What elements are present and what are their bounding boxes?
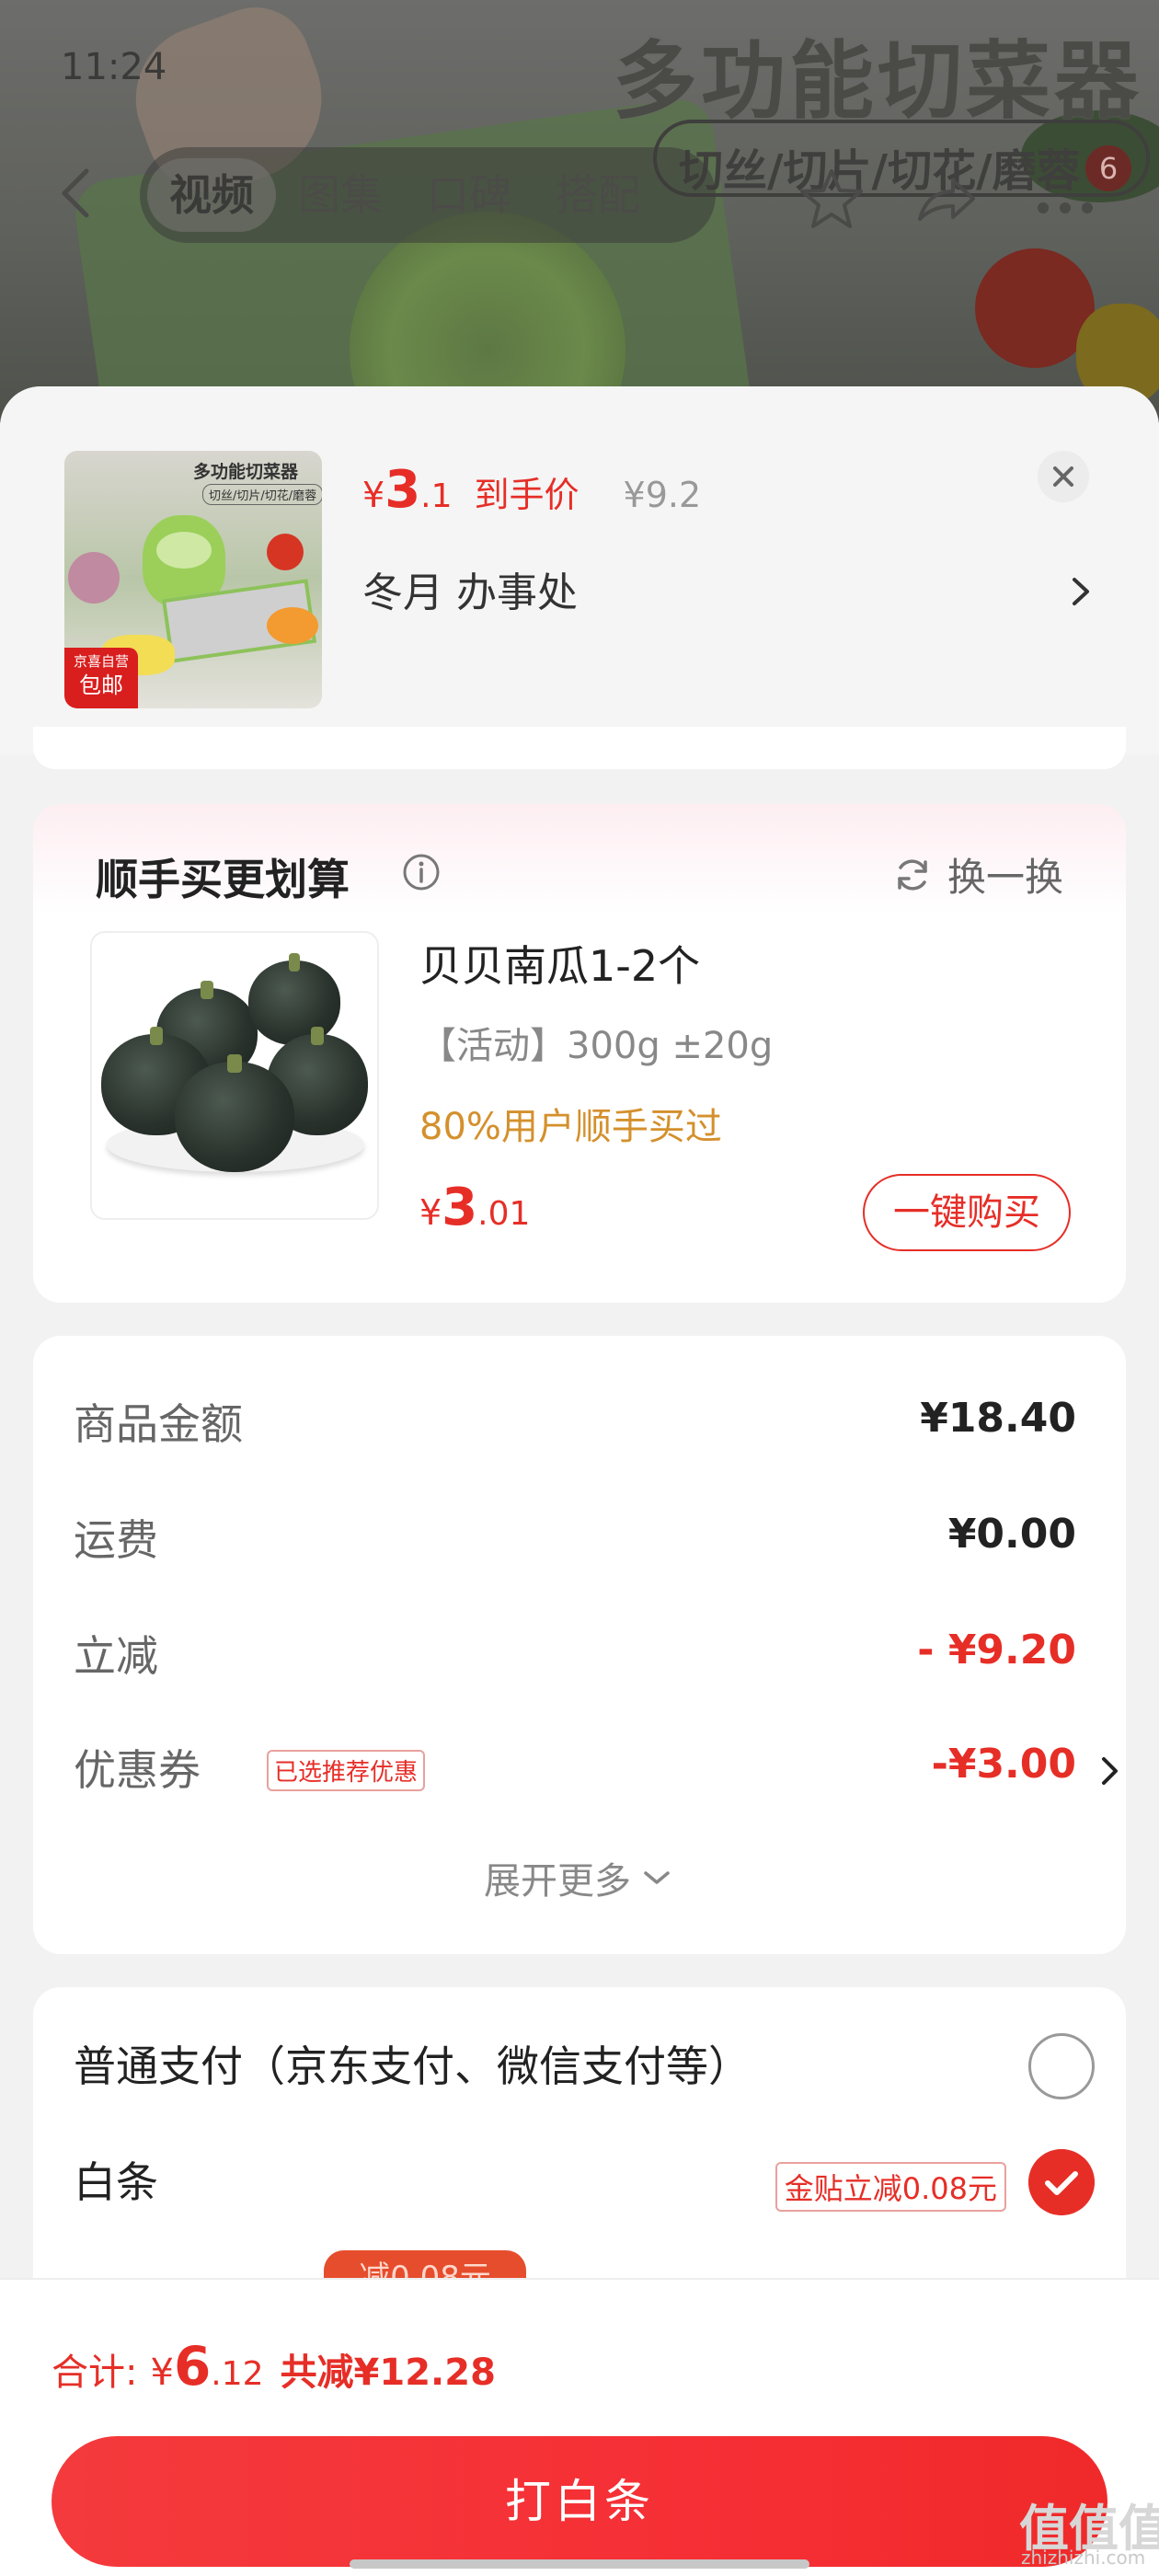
addon-item-name[interactable]: 贝贝南瓜1-2个 (419, 933, 700, 994)
expand-more-button[interactable]: 展开更多 (484, 1851, 673, 1904)
baitiao-discount-tag: 金贴立减0.08元 (775, 2162, 1006, 2212)
thumb-tomato-shape (267, 534, 304, 570)
chevron-down-icon (644, 1871, 670, 1884)
addon-price-integer: 3 (442, 1178, 478, 1237)
price-label: 到手价 (474, 475, 580, 515)
price-currency: ¥ (362, 475, 385, 515)
thumb-subtitle: 切丝/切片/切花/磨蓉 (202, 484, 322, 505)
order-total: 合计: ¥ 6 .12 共减¥12.28 (52, 2335, 496, 2398)
tab-reviews[interactable]: 口碑 (405, 158, 534, 232)
pumpkin-shape (175, 1054, 294, 1172)
info-icon[interactable] (401, 852, 442, 892)
collapsed-card-edge (33, 727, 1126, 769)
cart-count-badge: 6 (1085, 145, 1131, 191)
share-icon[interactable] (912, 166, 979, 232)
payment-option-baitiao[interactable]: 白条 金贴立减0.08元 (74, 2149, 1095, 2223)
tab-video[interactable]: 视频 (147, 158, 276, 232)
total-label: 合计: (52, 2352, 138, 2394)
pumpkin-shape (248, 953, 340, 1045)
total-integer: 6 (173, 2335, 212, 2398)
standard-pay-radio[interactable] (1028, 2033, 1095, 2099)
price-summary-card: 商品金额 ¥18.40 运费 ¥0.00 立减 - ¥9.20 优惠券 已选推荐… (33, 1336, 1126, 1954)
delivery-address[interactable]: 冬月 办事处 (362, 559, 578, 618)
thumb-badge-line1: 京喜自营 (73, 653, 129, 670)
coupon-tag: 已选推荐优惠 (267, 1750, 426, 1791)
price-integer: 3 (384, 460, 421, 520)
shipping-label: 运费 (74, 1515, 158, 1565)
addon-price-currency: ¥ (419, 1192, 442, 1233)
total-decimal: .12 (211, 2355, 264, 2393)
shipping-value: ¥0.00 (947, 1511, 1076, 1558)
addon-social-proof: 80%用户顺手买过 (419, 1106, 722, 1148)
thumb-title: 多功能切菜器 (193, 462, 299, 482)
price-decimal: .1 (420, 477, 453, 515)
thumb-cup-inner-shape (156, 532, 212, 569)
addon-card: 顺手买更划算 换一换 贝贝南瓜1-2个 【活动】300g ±20g 80%用户顺… (33, 804, 1126, 1303)
payment-option-standard[interactable]: 普通支付（京东支付、微信支付等） (74, 2033, 1095, 2107)
home-indicator[interactable] (350, 2559, 809, 2569)
product-thumbnail: 多功能切菜器 切丝/切片/切花/磨蓉 京喜自营 包邮 (64, 451, 322, 708)
discount-label: 立减 (74, 1631, 158, 1681)
chevron-right-icon[interactable] (1098, 1750, 1122, 1792)
total-savings: 共减¥12.28 (280, 2352, 496, 2394)
pay-with-baitiao-button[interactable]: 打白条 (52, 2436, 1107, 2567)
swap-label: 换一换 (947, 855, 1064, 900)
coupon-value: -¥3.00 (931, 1741, 1076, 1788)
addon-title: 顺手买更划算 (96, 855, 350, 904)
status-time: 11:24 (61, 46, 167, 88)
close-icon[interactable] (1038, 451, 1089, 502)
watermark-url: zhizhizhi.com (1021, 2547, 1146, 2569)
thumb-carrot-shape (267, 607, 318, 644)
nav-tabs: 视频 图集 口碑 搭配 (140, 147, 716, 243)
summary-row-subtotal: 商品金额 ¥18.40 (74, 1391, 1076, 1465)
expand-more-label: 展开更多 (484, 1860, 631, 1903)
addon-price-decimal: .01 (477, 1195, 531, 1233)
tab-gallery[interactable]: 图集 (276, 158, 405, 232)
banner-title: 多功能切菜器 (612, 31, 1142, 131)
coupon-label: 优惠券 (74, 1745, 201, 1795)
total-currency: ¥ (150, 2352, 174, 2394)
one-click-buy-button[interactable]: 一键购买 (863, 1174, 1071, 1251)
addon-item-price: ¥ 3 .01 (419, 1178, 530, 1237)
discount-value: - ¥9.20 (917, 1627, 1076, 1673)
standard-pay-label: 普通支付（京东支付、微信支付等） (74, 2041, 751, 2091)
tab-pairing[interactable]: 搭配 (534, 158, 662, 232)
thumb-onion-shape (68, 552, 120, 604)
baitiao-label: 白条 (74, 2157, 158, 2207)
summary-row-coupon[interactable]: 优惠券 已选推荐优惠 -¥3.00 (74, 1737, 1118, 1811)
summary-row-discount: 立减 - ¥9.20 (74, 1623, 1076, 1696)
star-icon[interactable] (798, 166, 865, 232)
swap-button[interactable]: 换一换 (892, 846, 1063, 903)
refresh-icon (898, 858, 927, 891)
more-icon[interactable] (1032, 175, 1098, 241)
pumpkin-image[interactable] (90, 931, 379, 1220)
thumb-badge-line2: 包邮 (79, 673, 123, 698)
thumb-shipping-badge: 京喜自营 包邮 (64, 648, 138, 708)
product-price: ¥ 3 .1 到手价 ¥9.2 (362, 460, 701, 520)
subtotal-value: ¥18.40 (920, 1395, 1076, 1442)
chevron-right-icon[interactable] (1067, 569, 1095, 615)
original-price: ¥9.2 (623, 475, 702, 515)
back-arrow-icon[interactable] (55, 166, 96, 221)
addon-item-spec: 【活动】300g ±20g (419, 1025, 774, 1067)
subtotal-label: 商品金额 (74, 1399, 243, 1449)
checkout-bottom-bar: 合计: ¥ 6 .12 共减¥12.28 打白条 (0, 2278, 1159, 2576)
summary-row-shipping: 运费 ¥0.00 (74, 1507, 1076, 1581)
baitiao-radio-checked-icon[interactable] (1028, 2149, 1095, 2215)
